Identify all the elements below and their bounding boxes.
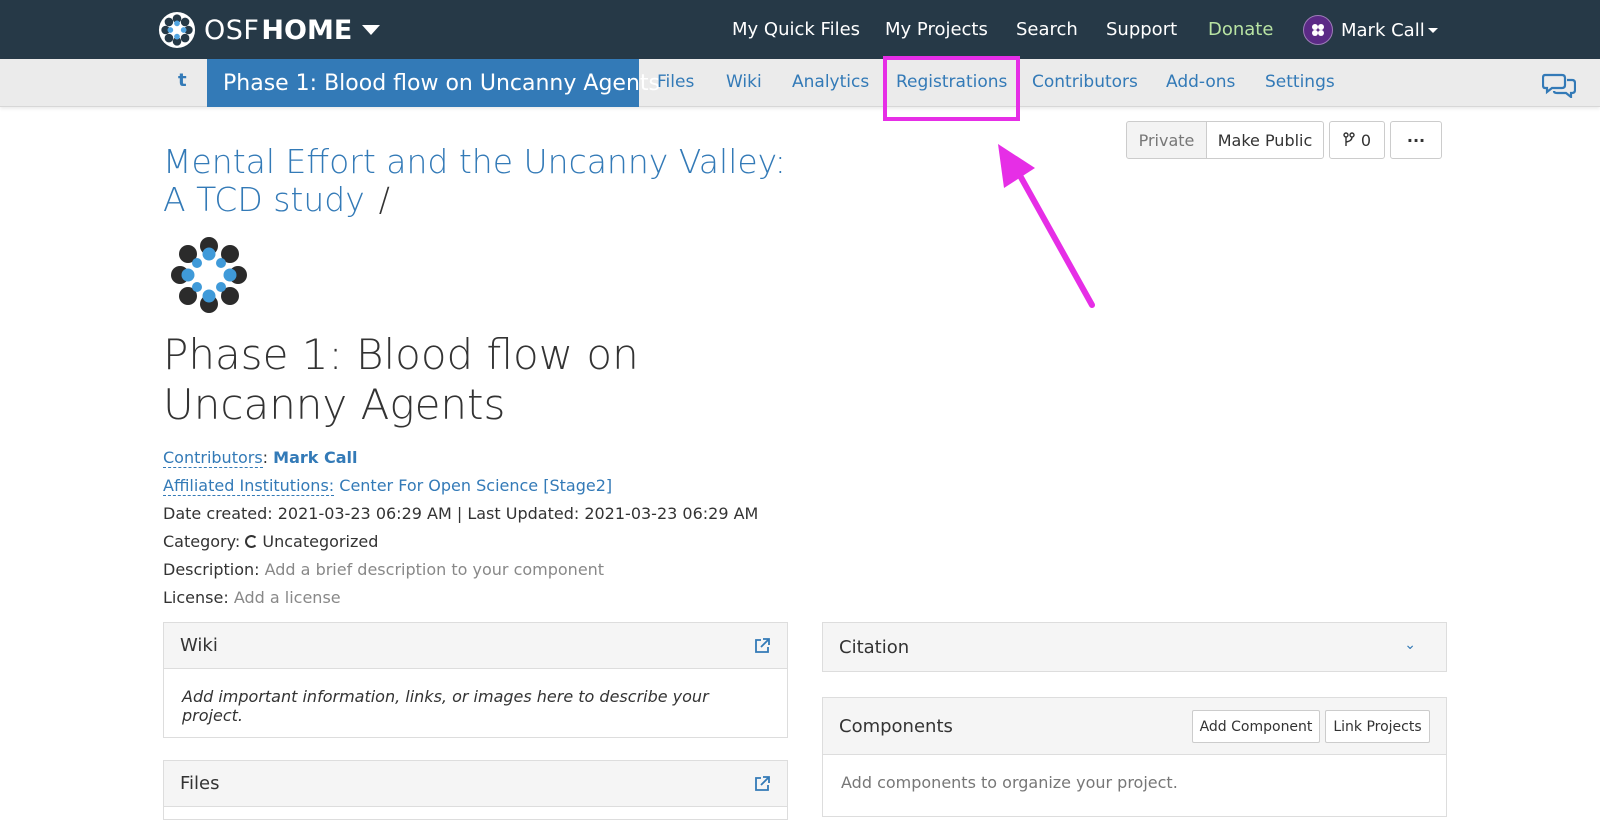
page-title: Phase 1: Blood flow on Uncanny Agents bbox=[163, 330, 639, 429]
ellipsis-icon: ··· bbox=[1406, 130, 1426, 150]
nav-my-quick-files-label[interactable]: My Quick Files bbox=[732, 19, 860, 40]
dates-row: Date created: 2021-03-23 06:29 AM | Last… bbox=[163, 504, 759, 523]
institutions-row: Affiliated Institutions: Center For Open… bbox=[163, 476, 612, 496]
parent-project-link-title[interactable]: Mental Effort and the Uncanny Valley: A … bbox=[163, 142, 786, 219]
external-link-icon[interactable] bbox=[753, 637, 771, 655]
chat-icon[interactable] bbox=[1542, 72, 1576, 98]
wiki-panel-header: Wiki bbox=[164, 623, 787, 669]
project-nav-title-label: Phase 1: Blood flow on Uncanny Agents bbox=[223, 70, 660, 96]
category-circle-icon bbox=[245, 535, 259, 548]
tab-files[interactable]: Files bbox=[657, 72, 694, 92]
project-navbar: t Phase 1: Blood flow on Uncanny Agents … bbox=[0, 59, 1600, 107]
link-projects-button[interactable]: Link Projects bbox=[1325, 710, 1430, 743]
more-options-button[interactable]: ··· bbox=[1390, 121, 1442, 159]
category-value: Uncategorized bbox=[262, 532, 379, 551]
parent-project-link[interactable]: t bbox=[178, 70, 187, 91]
citation-panel-header[interactable]: Citation ⌄ bbox=[823, 623, 1446, 671]
nav-search-label[interactable]: Search bbox=[1016, 19, 1078, 40]
citation-panel[interactable]: Citation ⌄ bbox=[822, 622, 1447, 672]
tab-wiki[interactable]: Wiki bbox=[726, 72, 762, 92]
category-label: Category: bbox=[163, 532, 241, 551]
components-panel-title: Components bbox=[839, 715, 953, 737]
parent-project-title: Mental Effort and the Uncanny Valley: A … bbox=[163, 143, 803, 219]
nav-my-projects[interactable]: My Projects bbox=[885, 0, 988, 59]
contributor-name[interactable]: Mark Call bbox=[273, 448, 357, 467]
nav-support[interactable]: Support bbox=[1106, 0, 1177, 59]
fork-icon bbox=[1343, 132, 1355, 146]
tab-settings[interactable]: Settings bbox=[1265, 72, 1335, 92]
avatar-pattern-icon bbox=[1312, 24, 1324, 36]
license-value[interactable]: Add a license bbox=[234, 588, 341, 607]
files-panel-header: Files bbox=[164, 761, 787, 807]
nav-search[interactable]: Search bbox=[1016, 0, 1078, 59]
institutions-label[interactable]: Affiliated Institutions: bbox=[163, 476, 335, 496]
nav-donate-label[interactable]: Donate bbox=[1208, 19, 1273, 40]
pointer-arrow-icon bbox=[998, 144, 1095, 308]
nav-my-projects-label[interactable]: My Projects bbox=[885, 19, 988, 40]
external-link-icon[interactable] bbox=[753, 775, 771, 793]
citation-panel-title: Citation bbox=[839, 636, 910, 658]
project-logo-icon bbox=[171, 237, 247, 313]
user-menu[interactable]: Mark Call bbox=[1303, 15, 1438, 45]
description-value[interactable]: Add a brief description to your componen… bbox=[265, 560, 604, 579]
private-button-label: Private bbox=[1138, 130, 1195, 150]
tab-add-ons[interactable]: Add-ons bbox=[1166, 72, 1235, 92]
avatar[interactable] bbox=[1303, 15, 1333, 45]
contributors-row: Contributors: Mark Call bbox=[163, 448, 358, 468]
tab-analytics[interactable]: Analytics bbox=[792, 72, 869, 92]
nav-donate[interactable]: Donate bbox=[1208, 0, 1273, 59]
brand-home-text: HOME bbox=[261, 14, 353, 46]
institution-name[interactable]: Center For Open Science [Stage2] bbox=[339, 476, 612, 495]
description-row: Description: Add a brief description to … bbox=[163, 560, 604, 579]
fork-count: 0 bbox=[1360, 130, 1372, 150]
top-navbar: OSF HOME My Quick Files My Projects Sear… bbox=[0, 0, 1600, 59]
wiki-panel: Wiki Add important information, links, o… bbox=[163, 622, 788, 738]
files-panel-title: Files bbox=[180, 773, 220, 794]
license-row: License: Add a license bbox=[163, 588, 341, 607]
brand-dropdown-caret-icon[interactable] bbox=[362, 25, 381, 35]
category-row: Category: Uncategorized bbox=[163, 532, 378, 551]
license-label: License: bbox=[163, 588, 229, 607]
chevron-down-icon[interactable]: ⌄ bbox=[1404, 637, 1416, 653]
breadcrumb-separator: / bbox=[378, 180, 390, 219]
description-label: Description: bbox=[163, 560, 260, 579]
wiki-panel-title: Wiki bbox=[180, 635, 218, 656]
contributors-label[interactable]: Contributors bbox=[163, 448, 263, 468]
components-panel: Components Add Component Link Projects A… bbox=[822, 697, 1447, 817]
fork-button[interactable]: 0 bbox=[1329, 121, 1385, 159]
make-public-button-label: Make Public bbox=[1217, 130, 1313, 150]
components-panel-body: Add components to organize your project. bbox=[841, 773, 1178, 792]
registrations-highlight-box bbox=[883, 56, 1020, 121]
osf-logo-icon bbox=[158, 11, 196, 49]
add-component-button[interactable]: Add Component bbox=[1192, 710, 1320, 743]
make-public-button[interactable]: Make Public bbox=[1206, 121, 1324, 159]
nav-support-label[interactable]: Support bbox=[1106, 19, 1177, 40]
user-dropdown-caret-icon[interactable] bbox=[1427, 27, 1438, 33]
tab-contributors[interactable]: Contributors bbox=[1032, 72, 1138, 92]
components-panel-header: Components Add Component Link Projects bbox=[823, 698, 1446, 755]
files-panel: Files bbox=[163, 760, 788, 820]
osf-home-brand[interactable]: OSF HOME bbox=[158, 11, 381, 49]
wiki-panel-body: Add important information, links, or ima… bbox=[182, 687, 709, 725]
private-button[interactable]: Private bbox=[1126, 121, 1207, 159]
project-nav-title[interactable]: Phase 1: Blood flow on Uncanny Agents bbox=[207, 59, 660, 107]
nav-my-quick-files[interactable]: My Quick Files bbox=[732, 0, 860, 59]
brand-osf-text: OSF bbox=[204, 14, 260, 46]
user-name[interactable]: Mark Call bbox=[1341, 20, 1425, 41]
